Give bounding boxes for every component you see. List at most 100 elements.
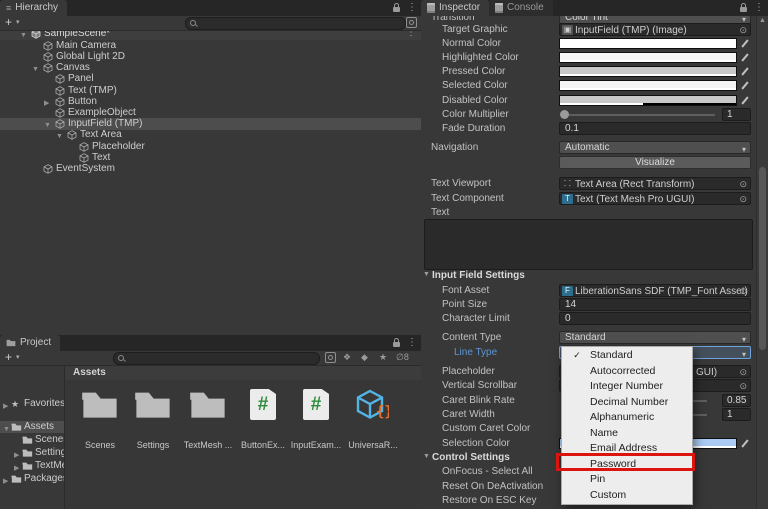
hierarchy-item-eventsystem[interactable]: EventSystem [0,163,421,175]
color-swatch-disabled-color[interactable] [559,94,737,106]
menu-item-pin[interactable]: Pin [562,472,692,487]
hierarchy-item-exampleobject[interactable]: ExampleObject [0,107,421,119]
tab-console[interactable]: Console [489,0,553,16]
dropdown-content-type[interactable]: Standard ▾ [559,331,751,344]
object-picker-icon[interactable]: ⊙ [739,194,747,204]
tab-inspector[interactable]: Inspector [421,0,490,16]
project-tree-item-settings[interactable]: ▶ Settings [0,447,64,459]
object-field-font-asset[interactable]: F LiberationSans SDF (TMP_Font Asset) ⊙ [559,283,751,297]
object-picker-icon[interactable]: ⊙ [739,381,747,391]
lock-icon[interactable] [393,3,400,12]
project-tree-item-assets[interactable]: ▼ Assets [0,421,64,433]
add-object-button[interactable]: + [5,16,12,29]
menu-item-name[interactable]: Name [562,426,692,441]
menu-item-alphanumeric[interactable]: Alphanumeric [562,410,692,425]
visualize-button[interactable]: Visualize [559,155,751,169]
asset-item-buttonex[interactable]: # ButtonEx... [236,388,290,454]
color-swatch-pressed-color[interactable] [559,66,737,77]
foldout-closed-icon[interactable]: ▶ [3,401,8,410]
hidden-packages-icon[interactable]: ∅8 [396,351,409,363]
slider-value-caret-width[interactable]: 1 [722,408,751,421]
slider-knob[interactable] [560,110,569,119]
hierarchy-item-text-area[interactable]: ▼ Text Area [0,129,421,141]
text-multiline-field[interactable] [424,219,753,270]
project-tree-item-packages[interactable]: ▶ Packages [0,473,64,485]
packages-visibility-icon[interactable]: ❖ [343,351,351,363]
object-field-text-component[interactable]: T Text (Text Mesh Pro UGUI) ⊙ [559,191,751,205]
hierarchy-search-input[interactable] [185,17,406,30]
foldout-closed-icon[interactable]: ▶ [3,476,8,485]
add-asset-button[interactable]: + [5,351,12,364]
search-filter-icon[interactable] [406,17,417,28]
object-picker-icon[interactable]: ⊙ [739,25,747,35]
slider-value-caret-blink-rate[interactable]: 0.85 [722,393,751,407]
menu-item-autocorrected[interactable]: Autocorrected [562,364,692,379]
object-field-target-graphic[interactable]: ▣ InputField (TMP) (Image) ⊙ [559,22,751,36]
hierarchy-item-text[interactable]: Text [0,152,421,164]
eyedropper-icon[interactable] [739,52,750,63]
search-by-label-icon[interactable]: ◆ [361,351,368,363]
asset-item-scenes[interactable]: Scenes [73,388,127,454]
scrollbar-thumb[interactable] [759,167,766,350]
add-asset-caret-icon[interactable]: ▾ [16,353,20,361]
asset-item-inputexam[interactable]: # InputExam... [289,388,343,454]
menu-item-decimal-number[interactable]: Decimal Number [562,395,692,410]
tab-project[interactable]: Project [0,335,61,351]
slider-track[interactable] [561,114,715,116]
lock-icon[interactable] [393,338,400,347]
add-object-caret-icon[interactable]: ▾ [16,18,20,26]
asset-item-universar[interactable]: {} UniversaR... [346,388,400,454]
project-tree-item-textme[interactable]: ▶ TextMe [0,460,64,472]
asset-item-textmesh[interactable]: TextMesh ... [181,388,235,454]
inspector-scrollbar[interactable]: ▲ [756,16,768,509]
slider-value-color-multiplier[interactable]: 1 [722,108,751,121]
scroll-up-icon[interactable]: ▲ [757,17,768,24]
hierarchy-item-global-light-2d[interactable]: Global Light 2D [0,51,421,63]
object-picker-icon[interactable]: ⊙ [739,179,747,189]
foldout-open-icon[interactable]: ▼ [423,453,430,460]
menu-item-custom[interactable]: Custom [562,488,692,503]
object-field-text-viewport[interactable]: ⸬ Text Area (Rect Transform) ⊙ [559,177,751,190]
color-swatch-highlighted-color[interactable] [559,51,737,63]
field-fade-duration[interactable]: 0.1 [559,122,751,135]
tab-hierarchy[interactable]: ≡ Hierarchy [0,0,68,16]
project-search-input[interactable] [113,352,320,365]
menu-item-standard[interactable]: ✓ Standard [562,348,692,363]
object-picker-icon[interactable]: ⊙ [739,286,747,296]
eyedropper-icon[interactable] [739,95,750,106]
color-swatch-normal-color[interactable] [559,37,737,49]
favorites-filter-icon[interactable]: ★ [379,351,387,363]
menu-item-integer-number[interactable]: Integer Number [562,379,692,394]
kebab-menu-icon[interactable]: ⋮ [754,3,764,13]
object-picker-icon[interactable]: ⊙ [739,367,747,377]
hierarchy-item-button[interactable]: ▶ Button [0,96,421,108]
property-label: OnFocus - Select All [442,466,533,477]
foldout-closed-icon[interactable]: ▶ [14,450,19,459]
hierarchy-item-text-tmp[interactable]: Text (TMP) [0,85,421,97]
hierarchy-item-canvas[interactable]: ▼ Canvas [0,62,421,74]
section-header-label[interactable]: Input Field Settings [432,270,525,281]
lock-icon[interactable] [740,3,747,12]
kebab-menu-icon[interactable]: ⋮ [407,3,417,13]
hierarchy-item-main-camera[interactable]: Main Camera [0,40,421,52]
eyedropper-icon[interactable] [739,66,750,77]
project-tree-item-scenes[interactable]: Scenes [0,434,64,446]
hierarchy-item-panel[interactable]: Panel [0,73,421,85]
hierarchy-item-placeholder[interactable]: Placeholder [0,141,421,153]
search-by-type-icon[interactable] [325,352,336,363]
section-header-label[interactable]: Control Settings [432,452,510,463]
asset-item-settings[interactable]: Settings [126,388,180,454]
eyedropper-icon[interactable] [739,438,750,449]
foldout-open-icon[interactable]: ▼ [423,271,430,278]
project-tree-item-favorites[interactable]: ▶ ★ Favorites [0,398,64,410]
hierarchy-item-inputfield-tmp[interactable]: ▼ InputField (TMP) [0,118,421,131]
foldout-closed-icon[interactable]: ▶ [14,463,19,472]
field-character-limit[interactable]: 0 [559,312,751,325]
dropdown-navigation[interactable]: Automatic ▾ [559,141,751,154]
foldout-open-icon[interactable]: ▼ [3,424,10,433]
color-swatch-selected-color[interactable] [559,80,737,91]
eyedropper-icon[interactable] [739,80,750,91]
field-point-size[interactable]: 14 [559,298,751,311]
eyedropper-icon[interactable] [739,38,750,49]
kebab-menu-icon[interactable]: ⋮ [407,338,417,348]
